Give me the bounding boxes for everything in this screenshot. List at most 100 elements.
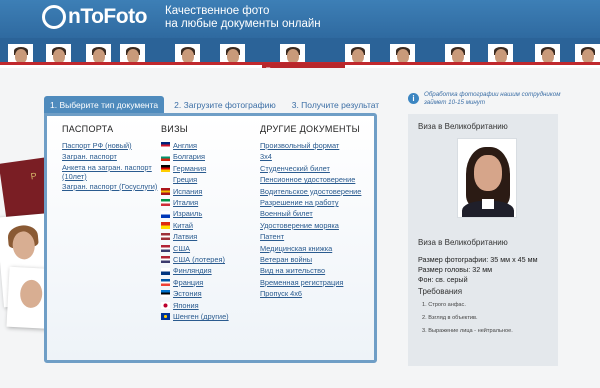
visa-link-bg[interactable]: Болгария xyxy=(161,151,229,162)
example-thumbnail[interactable] xyxy=(345,44,370,62)
photo-specs: Размер фотографии: 35 мм x 45 мм Размер … xyxy=(418,255,538,284)
info-text: Обработка фотографии нашим сотрудником з… xyxy=(424,91,561,106)
visa-link-uk[interactable]: Англия xyxy=(161,140,229,151)
bg-flag-icon xyxy=(161,153,170,161)
logo-text: nToFoto xyxy=(68,5,147,28)
example-thumbnail[interactable] xyxy=(46,44,71,62)
link-foreign-passport[interactable]: Загран. паспорт xyxy=(62,151,157,162)
passports-column: ПАСПОРТА Паспорт РФ (новый) Загран. пасп… xyxy=(62,124,157,192)
link-foreign-passport-gosuslugi[interactable]: Загран. паспорт (Госуслуги) xyxy=(62,181,157,192)
link-passport-rf[interactable]: Паспорт РФ (новый) xyxy=(62,140,157,151)
it-flag-icon xyxy=(161,199,170,207)
il-flag-icon xyxy=(161,210,170,218)
other-documents-column: ДРУГИЕ ДОКУМЕНТЫ Произвольный формат 3x4 С… xyxy=(260,124,361,300)
other-document-link[interactable]: Медицинская книжка xyxy=(260,243,361,254)
tagline-line2: на любые документы онлайн xyxy=(165,18,321,30)
eu-flag-icon xyxy=(161,313,170,321)
visa-link-es[interactable]: Испания xyxy=(161,186,229,197)
other-document-link[interactable]: Удостоверение моряка xyxy=(260,220,361,231)
info-icon: i xyxy=(408,93,419,104)
example-thumbnail[interactable] xyxy=(8,44,33,62)
other-document-link[interactable]: 3x4 xyxy=(260,151,361,162)
other-document-link[interactable]: Водительское удостоверение xyxy=(260,186,361,197)
visa-label: Болгария xyxy=(173,152,205,162)
other-document-link[interactable]: Временная регистрация xyxy=(260,277,361,288)
visa-label: Эстония xyxy=(173,289,202,299)
tagline-line1: Качественное фото xyxy=(165,5,270,17)
visa-link-us[interactable]: США xyxy=(161,243,229,254)
other-document-link[interactable]: Пенсионное удостоверение xyxy=(260,174,361,185)
info-note: i Обработка фотографии нашим сотрудником… xyxy=(408,91,564,107)
other-document-link[interactable]: Пропуск 4x6 xyxy=(260,288,361,299)
example-thumbnail[interactable] xyxy=(175,44,200,62)
example-thumbnail[interactable] xyxy=(86,44,111,62)
site-header: nToFoto Качественное фото на любые докум… xyxy=(0,0,600,38)
passports-heading: ПАСПОРТА xyxy=(62,124,114,134)
us-flag-icon xyxy=(161,256,170,264)
requirement-item: 3. Выражение лица - нейтральное. xyxy=(422,328,513,334)
example-thumbnail[interactable] xyxy=(390,44,415,62)
logo[interactable]: nToFoto xyxy=(42,5,147,29)
example-thumbnail[interactable] xyxy=(280,44,305,62)
spec-photo-size: Размер фотографии: 35 мм x 45 мм xyxy=(418,255,538,264)
other-document-link[interactable]: Произвольный формат xyxy=(260,140,361,151)
requirements-list: 1. Строго анфас. 2. Взгляд в объектив. 3… xyxy=(422,299,513,338)
uk-flag-icon xyxy=(161,142,170,150)
link-foreign-passport-form[interactable]: Анкета на загран. паспорт xyxy=(62,163,157,172)
visas-column: ВИЗЫ Англия Болгария Германия Греция Испания… xyxy=(161,124,229,323)
sample-visa-photo xyxy=(457,138,517,218)
visa-link-us[interactable]: США (лотерея) xyxy=(161,254,229,265)
preview-title: Виза в Великобританию xyxy=(418,122,508,131)
fr-flag-icon xyxy=(161,279,170,287)
example-thumbnail[interactable] xyxy=(120,44,145,62)
visa-link-fi[interactable]: Финляндия xyxy=(161,265,229,276)
other-document-link[interactable]: Студенческий билет xyxy=(260,163,361,174)
spec-head-size: Размер головы: 32 мм xyxy=(418,264,493,274)
tagline: Качественное фото на любые документы онл… xyxy=(165,5,321,31)
other-document-link[interactable]: Разрешение на работу xyxy=(260,197,361,208)
visa-link-cn[interactable]: Китай xyxy=(161,220,229,231)
step-tabs: 1. Выберите тип документа 2. Загрузите ф… xyxy=(44,96,389,114)
visa-label: Франция xyxy=(173,277,204,287)
visa-label: Китай xyxy=(173,220,193,230)
visa-link-il[interactable]: Израиль xyxy=(161,208,229,219)
preview-subtitle: Виза в Великобританию xyxy=(418,238,508,247)
visa-link-jp[interactable]: Япония xyxy=(161,300,229,311)
visa-link-gr[interactable]: Греция xyxy=(161,174,229,185)
visas-heading: ВИЗЫ xyxy=(161,124,189,134)
document-type-panel: ПАСПОРТА Паспорт РФ (новый) Загран. пасп… xyxy=(44,113,377,363)
tab-upload-photo[interactable]: 2. Загрузите фотографию xyxy=(168,96,282,114)
visa-link-de[interactable]: Германия xyxy=(161,163,229,174)
link-foreign-passport-form-10y[interactable]: (10лет) xyxy=(62,172,157,181)
visa-link-lv[interactable]: Латвия xyxy=(161,231,229,242)
example-thumbnail[interactable] xyxy=(535,44,560,62)
jp-flag-icon xyxy=(161,301,170,309)
example-thumbnail[interactable] xyxy=(220,44,245,62)
other-document-link[interactable]: Военный билет xyxy=(260,208,361,219)
visa-label: Испания xyxy=(173,186,203,196)
visa-link-fr[interactable]: Франция xyxy=(161,277,229,288)
visa-label: Израиль xyxy=(173,209,203,219)
logo-o-icon xyxy=(42,5,66,29)
example-thumbnail[interactable] xyxy=(575,44,600,62)
visa-label: Греция xyxy=(173,175,198,185)
visa-label: Англия xyxy=(173,141,197,150)
visa-link-ee[interactable]: Эстония xyxy=(161,288,229,299)
other-document-link[interactable]: Вид на жительство xyxy=(260,265,361,276)
requirement-item: 1. Строго анфас. xyxy=(422,302,466,308)
tab-choose-document[interactable]: 1. Выберите тип документа xyxy=(44,96,165,114)
example-thumbnail[interactable] xyxy=(488,44,513,62)
de-flag-icon xyxy=(161,165,170,173)
requirements-title: Требования xyxy=(418,287,463,296)
us-flag-icon xyxy=(161,244,170,252)
example-thumbnail[interactable] xyxy=(445,44,470,62)
other-document-link[interactable]: Ветеран войны xyxy=(260,254,361,265)
cn-flag-icon xyxy=(161,222,170,230)
visa-label: Латвия xyxy=(173,232,198,242)
other-document-link[interactable]: Патент xyxy=(260,231,361,242)
visa-link-it[interactable]: Италия xyxy=(161,197,229,208)
tab-get-result[interactable]: 3. Получите результат xyxy=(286,96,385,114)
visa-label: Япония xyxy=(173,300,199,310)
visa-link-eu[interactable]: Шенген (другие) xyxy=(161,311,229,322)
visa-label: Италия xyxy=(173,198,199,208)
